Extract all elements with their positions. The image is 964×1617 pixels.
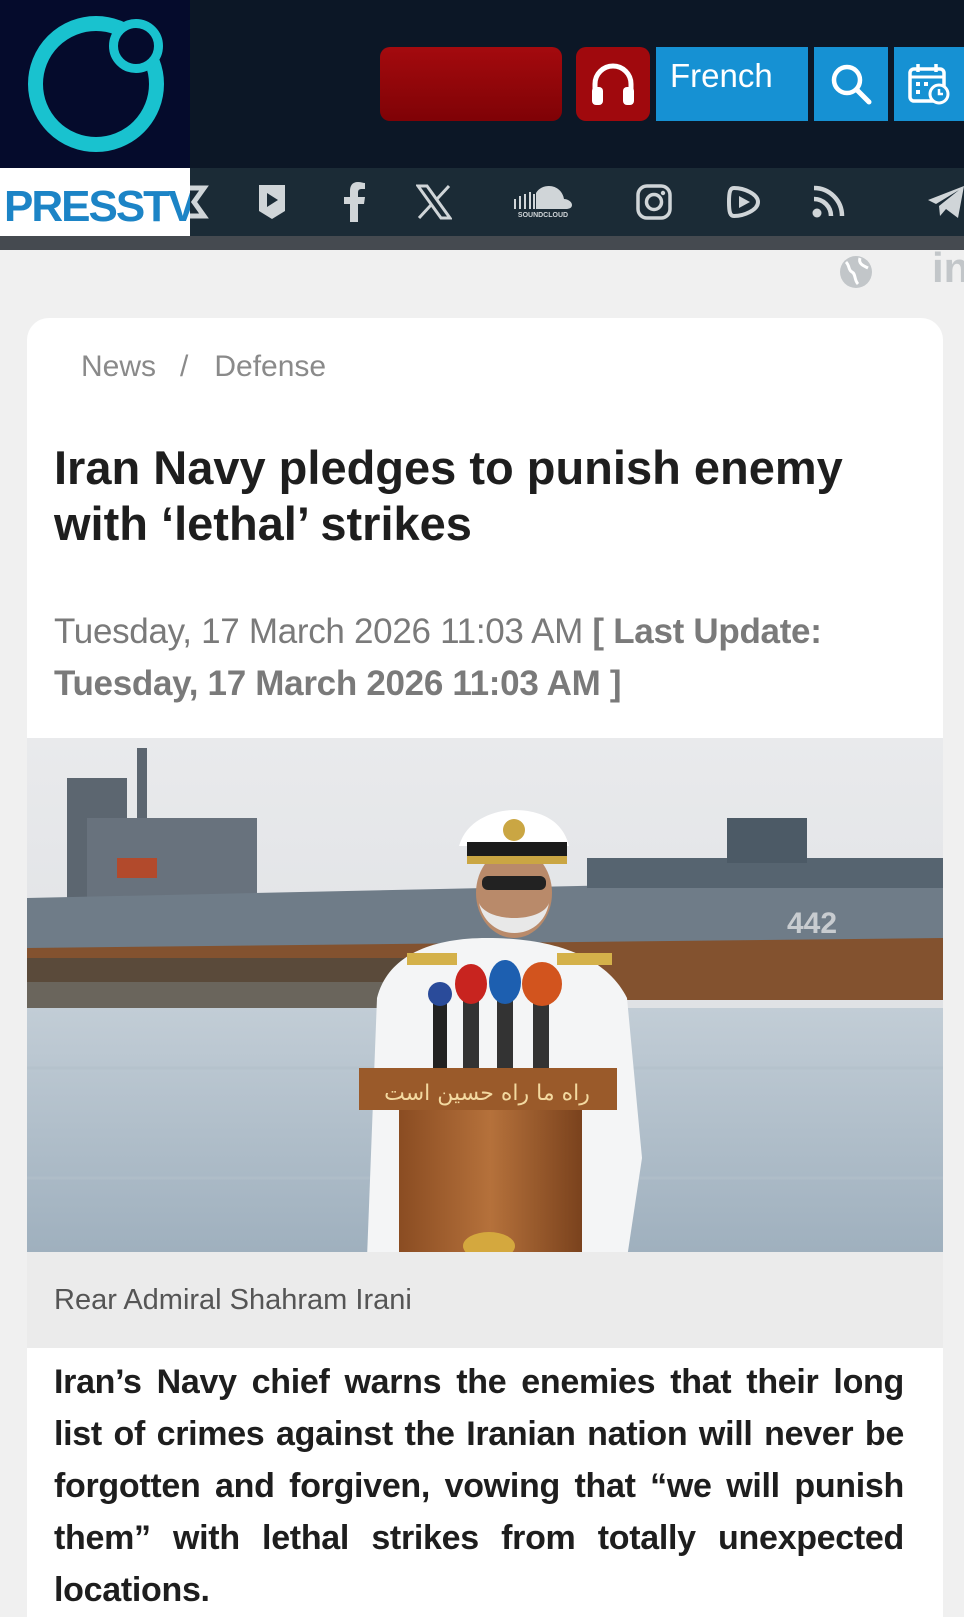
search-icon: [831, 64, 872, 105]
instagram-icon[interactable]: [634, 168, 674, 236]
breadcrumb: News / Defense: [81, 350, 326, 384]
publish-date: Tuesday, 17 March 2026 11:03 AM: [54, 612, 583, 651]
scroll-left-icon[interactable]: [190, 168, 210, 236]
logo-wordmark-bar[interactable]: PRESSTV: [0, 168, 197, 236]
soundcloud-icon[interactable]: SOUNDCLOUD: [508, 168, 578, 236]
language-button[interactable]: French: [656, 47, 808, 121]
podium-inscription: راه ما راه حسین است: [384, 1081, 590, 1106]
article-date: Tuesday, 17 March 2026 11:03 AM [ Last U…: [54, 606, 942, 710]
radio-button[interactable]: [576, 47, 650, 121]
globe-icon[interactable]: [838, 254, 874, 290]
schedule-button[interactable]: [894, 47, 964, 121]
youtube-icon[interactable]: [252, 168, 292, 236]
linkedin-icon[interactable]: in: [932, 244, 964, 292]
x-icon[interactable]: [414, 168, 454, 236]
logo[interactable]: [0, 0, 190, 168]
facebook-icon[interactable]: [336, 168, 372, 236]
rumble-icon[interactable]: [724, 168, 764, 236]
article-lead: Iran’s Navy chief warns the enemies that…: [54, 1363, 904, 1609]
telegram-icon[interactable]: [926, 168, 964, 236]
calendar-icon: [908, 64, 950, 105]
logo-wordmark: PRESSTV: [4, 182, 197, 231]
search-button[interactable]: [814, 47, 888, 121]
logo-ring-icon: [28, 16, 164, 152]
social-links-bar: SOUNDCLOUD: [190, 168, 964, 236]
breadcrumb-defense-link[interactable]: Defense: [214, 350, 326, 384]
headphones-icon: [592, 63, 634, 105]
site-header: PRESSTV French SOUNDCLOUD: [0, 0, 964, 250]
live-tv-button[interactable]: [380, 47, 562, 121]
breadcrumb-separator: /: [180, 350, 189, 383]
header-divider: [0, 236, 964, 250]
article-title: Iran Navy pledges to punish enemy with ‘…: [54, 441, 843, 550]
image-caption: Rear Admiral Shahram Irani: [54, 1284, 412, 1316]
soundcloud-label: SOUNDCLOUD: [517, 212, 569, 219]
article-card: News / Defense Iran Navy pledges to punish…: [27, 318, 943, 1617]
secondary-social-row: in: [0, 244, 964, 291]
rss-icon[interactable]: [808, 168, 848, 236]
breadcrumb-news-link[interactable]: News: [81, 350, 156, 384]
image-caption-bar: Rear Admiral Shahram Irani: [27, 1252, 943, 1348]
article-photo: 442 راه ما راه حسین است: [27, 738, 943, 1252]
ship-hull-number: 442: [787, 907, 837, 940]
